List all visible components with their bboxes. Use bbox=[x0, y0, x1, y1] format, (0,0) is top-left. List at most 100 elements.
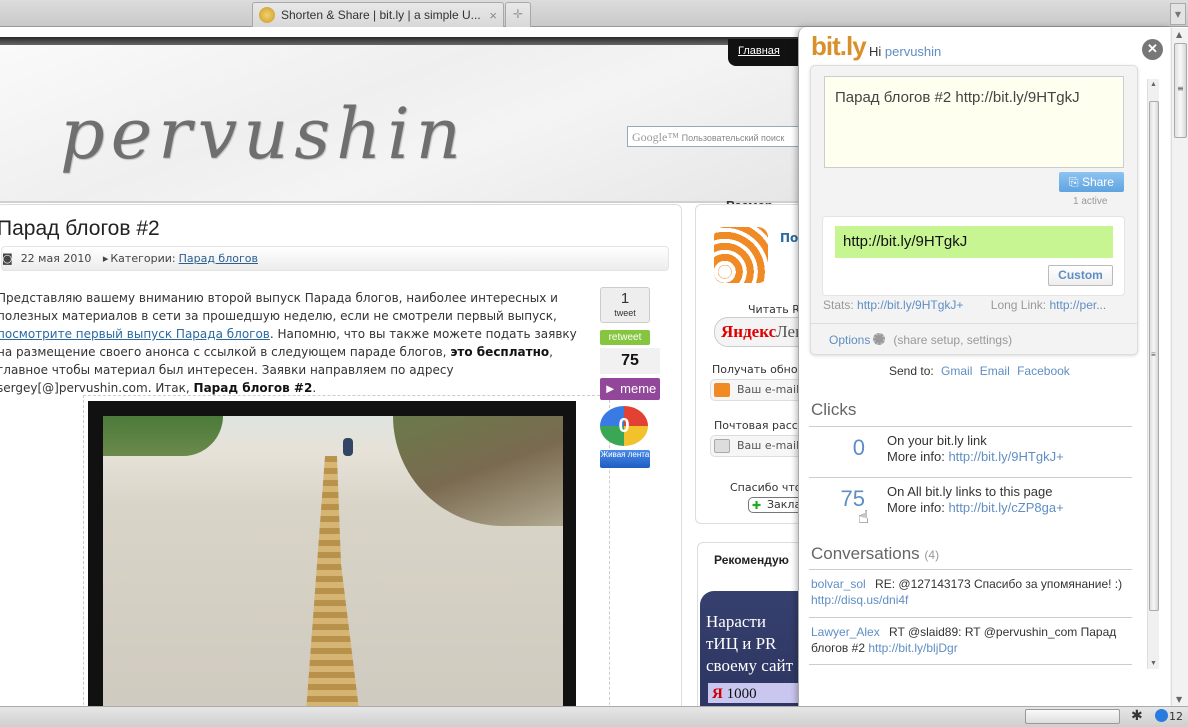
site-logo[interactable]: pervushin bbox=[60, 93, 467, 175]
options-row: Options (share setup, settings) bbox=[811, 323, 1137, 354]
category-link[interactable]: Парад блогов bbox=[179, 252, 258, 265]
plus-icon: ✛ bbox=[512, 7, 524, 21]
email-placeholder: Ваш e-mail bbox=[737, 383, 800, 396]
retweet-button[interactable]: retweet bbox=[600, 330, 650, 345]
scrollbar-thumb[interactable]: ≡ bbox=[1149, 101, 1159, 611]
divider bbox=[809, 477, 1132, 478]
new-tab-button[interactable]: ✛ bbox=[505, 2, 531, 27]
close-tab-icon[interactable]: × bbox=[485, 8, 497, 23]
google-search-input[interactable]: Google™ Пользовательский поиск bbox=[627, 126, 807, 147]
tab-list-button[interactable]: ▼ bbox=[1170, 3, 1186, 25]
options-link[interactable]: Options bbox=[829, 333, 870, 347]
email-placeholder: Ваш e-mail bbox=[737, 439, 800, 452]
conversation-user[interactable]: Lawyer_Alex bbox=[811, 625, 880, 639]
tweet-counter[interactable]: 1 tweet bbox=[600, 287, 650, 323]
rss-icon[interactable] bbox=[714, 227, 768, 283]
sidebar-subscribe: Подписка Читать RSS ЯндексЛента Получать… bbox=[695, 204, 848, 524]
username-link[interactable]: pervushin bbox=[885, 44, 941, 59]
photo-trees-left bbox=[103, 416, 223, 456]
share-box: Парад блогов #2 http://bit.ly/9HTgkJ ⎘ S… bbox=[810, 65, 1138, 355]
conversations-title-text: Conversations bbox=[811, 544, 920, 563]
meme-button[interactable]: ► meme bbox=[600, 378, 660, 400]
calendar-icon: ◙ bbox=[2, 252, 13, 265]
page-scrollbar[interactable]: ▲ ≡ ▼ bbox=[1171, 28, 1188, 706]
stats-link[interactable]: http://bit.ly/9HTgkJ+ bbox=[857, 298, 963, 312]
hand-cursor-icon: ☝ bbox=[858, 507, 869, 528]
stats-label: Stats: bbox=[823, 298, 854, 312]
conversation-item: Lawyer_Alex RT @slaid89: RT @pervushin_c… bbox=[811, 624, 1134, 656]
divider bbox=[809, 426, 1132, 427]
tab-label: Shorten & Share | bit.ly | a simple U... bbox=[281, 8, 481, 22]
bitly-favicon-icon bbox=[259, 7, 275, 23]
yandex-icon: Я bbox=[712, 686, 723, 702]
meme-count: 75 bbox=[600, 348, 660, 374]
post-date: 22 мая 2010 bbox=[20, 252, 92, 265]
conversation-link[interactable]: http://disq.us/dni4f bbox=[811, 593, 908, 607]
long-link-label: Long Link: bbox=[990, 298, 1047, 312]
share-message-textarea[interactable]: Парад блогов #2 http://bit.ly/9HTgkJ bbox=[824, 76, 1124, 168]
nav-home-link[interactable]: Главная bbox=[738, 45, 780, 57]
scroll-down-icon[interactable]: ▼ bbox=[1176, 695, 1182, 704]
custom-button[interactable]: Custom bbox=[1048, 265, 1113, 286]
tweet-count: 1 bbox=[620, 290, 630, 307]
gear-icon[interactable] bbox=[873, 333, 886, 345]
send-facebook-link[interactable]: Facebook bbox=[1017, 364, 1070, 378]
buzz-count: 0 bbox=[618, 415, 630, 437]
conversations-title: Conversations (4) bbox=[811, 544, 939, 564]
envelope-icon bbox=[714, 439, 730, 453]
banner-counter: Я 1000 bbox=[708, 683, 798, 703]
send-email-link[interactable]: Email bbox=[980, 364, 1010, 378]
share-label: Share bbox=[1081, 175, 1114, 189]
notifications-badge[interactable]: 12 bbox=[1155, 709, 1183, 723]
progress-bar bbox=[1025, 709, 1120, 724]
scroll-up-icon[interactable]: ▲ bbox=[1150, 81, 1157, 88]
post-image bbox=[88, 401, 576, 706]
conversation-user[interactable]: bolvar_sol bbox=[811, 577, 866, 591]
tab-bitly[interactable]: Shorten & Share | bit.ly | a simple U...… bbox=[252, 2, 504, 27]
more-info-link[interactable]: http://bit.ly/9HTgkJ+ bbox=[948, 449, 1063, 464]
scrollbar-thumb[interactable]: ≡ bbox=[1174, 43, 1187, 138]
close-icon: ✕ bbox=[1147, 41, 1158, 56]
live-feed-button[interactable]: Живая лента bbox=[600, 450, 650, 468]
active-count: 1 active bbox=[1073, 196, 1108, 207]
clicks-title: Clicks bbox=[811, 400, 857, 419]
click-desc-text: On your bit.ly link bbox=[887, 433, 987, 448]
rss-small-icon bbox=[714, 383, 730, 397]
options-hint: (share setup, settings) bbox=[893, 333, 1013, 347]
panel-scrollbar[interactable]: ▲ ≡ ▼ bbox=[1147, 79, 1159, 669]
share-widgets: 1 tweet retweet 75 ► meme 0 Живая лента bbox=[600, 287, 664, 468]
share-icon: ⎘ bbox=[1069, 175, 1082, 189]
divider bbox=[809, 569, 1132, 570]
send-gmail-link[interactable]: Gmail bbox=[941, 364, 972, 378]
google-buzz-button[interactable]: 0 bbox=[600, 406, 648, 446]
click-desc: On your bit.ly link More info: http://bi… bbox=[887, 433, 1064, 465]
click-count[interactable]: 75 bbox=[809, 486, 865, 512]
long-link[interactable]: http://per... bbox=[1050, 298, 1107, 312]
conversation-item: bolvar_sol RE: @127143173 Спасибо за упо… bbox=[811, 576, 1134, 608]
first-issue-link[interactable]: посмотрите первый выпуск Парада блогов bbox=[0, 327, 270, 341]
greeting: Hi pervushin bbox=[869, 44, 941, 59]
divider bbox=[809, 664, 1132, 665]
click-count[interactable]: 0 bbox=[809, 435, 865, 461]
click-row: 0 On your bit.ly link More info: http://… bbox=[809, 429, 1132, 479]
nav-tab: Главная bbox=[728, 39, 798, 66]
post: Парад блогов #2 ◙ 22 мая 2010 ▸ Категории:… bbox=[0, 204, 682, 706]
notifications-count: 12 bbox=[1169, 710, 1183, 723]
post-meta: ◙ 22 мая 2010 ▸ Категории: Парад блогов bbox=[1, 246, 669, 271]
share-button[interactable]: ⎘ Share bbox=[1059, 172, 1124, 192]
photo-trees-right bbox=[393, 416, 563, 526]
status-bar: ✱ 12 bbox=[0, 706, 1188, 727]
more-info-link[interactable]: http://bit.ly/cZP8ga+ bbox=[948, 500, 1063, 515]
close-panel-button[interactable]: ✕ bbox=[1142, 39, 1163, 60]
greeting-text: Hi bbox=[869, 44, 882, 59]
photo-child bbox=[343, 438, 353, 456]
site-header: pervushin Google™ Пользовательский поиск… bbox=[0, 45, 807, 228]
grip-icon: ≡ bbox=[1177, 84, 1184, 93]
chat-bubble-icon bbox=[1155, 709, 1168, 722]
firebug-icon[interactable]: ✱ bbox=[1131, 708, 1143, 724]
conversation-link[interactable]: http://bit.ly/bljDgr bbox=[868, 641, 957, 655]
short-url-field[interactable]: http://bit.ly/9HTgkJ bbox=[835, 226, 1113, 258]
divider bbox=[809, 617, 1132, 618]
scroll-down-icon[interactable]: ▼ bbox=[1150, 660, 1157, 667]
scroll-up-icon[interactable]: ▲ bbox=[1176, 30, 1182, 39]
